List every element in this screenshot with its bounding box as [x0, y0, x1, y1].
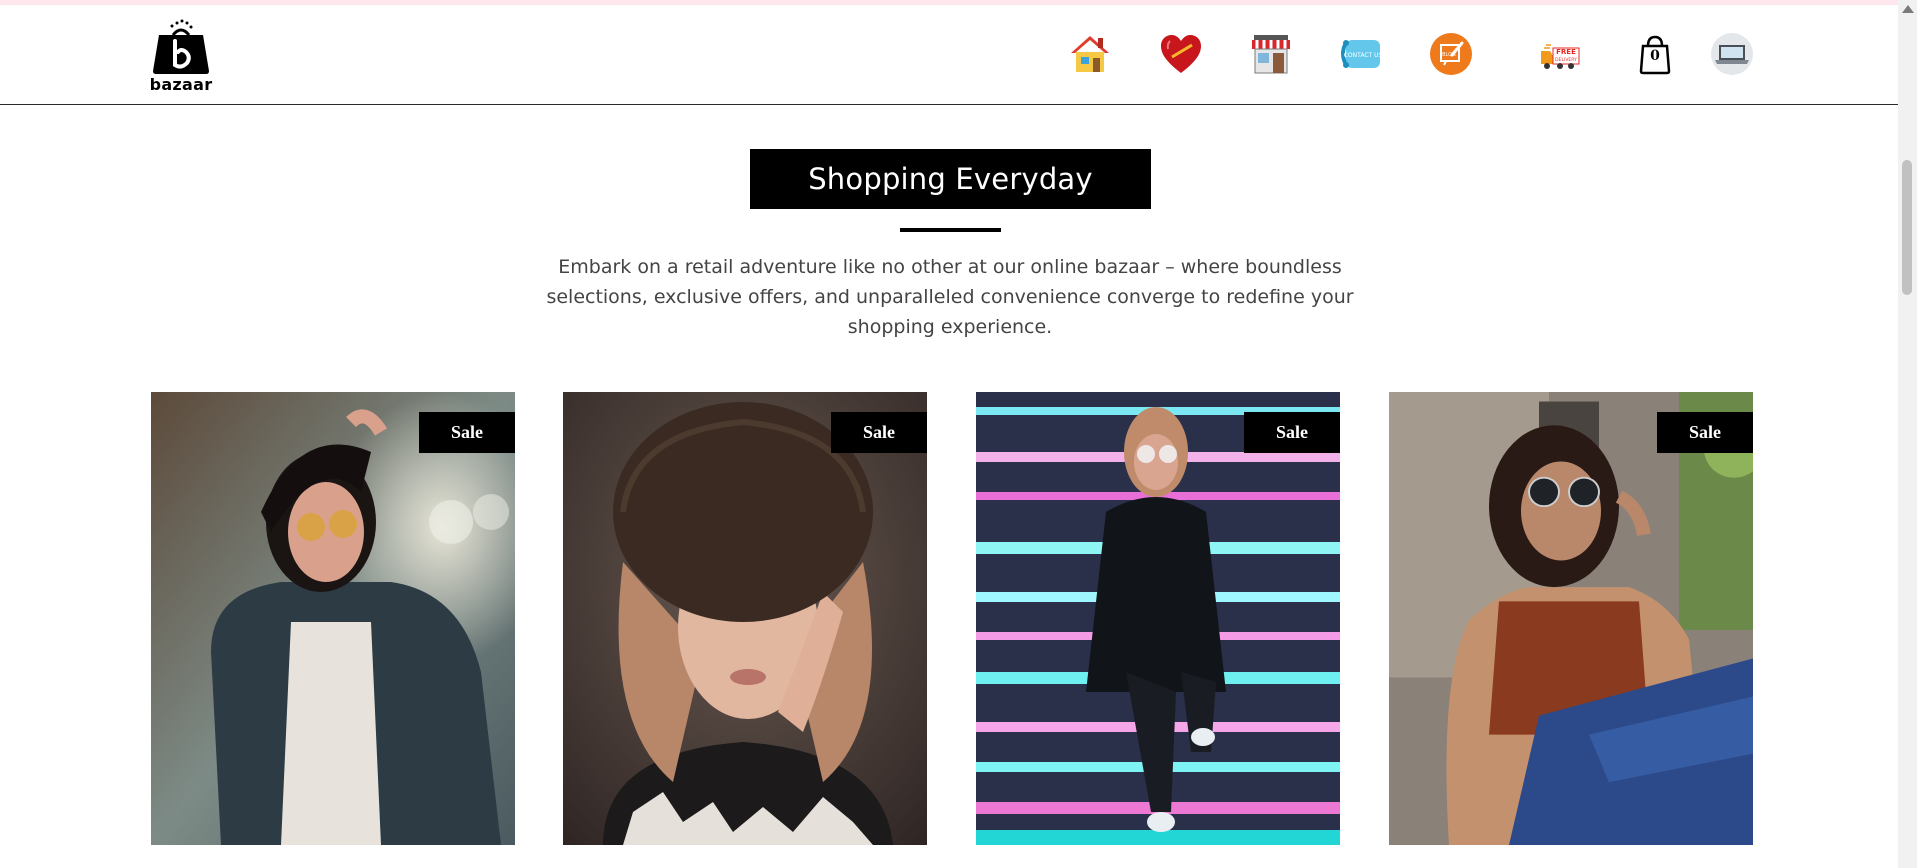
heart-icon[interactable]	[1158, 31, 1204, 77]
product-image-woman-denim-jacket[interactable]	[151, 392, 515, 845]
cart-count: 0	[1650, 48, 1660, 64]
svg-text:DELIVERY: DELIVERY	[1555, 57, 1577, 63]
product-card[interactable]: Sale	[1389, 392, 1753, 868]
store-icon[interactable]	[1248, 31, 1294, 77]
product-card[interactable]: Sale	[563, 392, 927, 868]
sale-badge: Sale	[831, 412, 927, 453]
svg-text:BLOG: BLOG	[1442, 52, 1456, 58]
home-icon[interactable]	[1067, 31, 1113, 77]
scroll-up-arrow-icon[interactable]	[1902, 5, 1914, 13]
svg-text:FREE: FREE	[1556, 48, 1576, 56]
contact-us-icon[interactable]: CONTACT US	[1338, 31, 1384, 77]
product-card[interactable]: Sale	[151, 392, 515, 868]
title-underline	[900, 228, 1001, 232]
product-image-woman-fur-hat[interactable]	[563, 392, 927, 845]
section-intro: Embark on a retail adventure like no oth…	[546, 256, 1354, 338]
sale-badge: Sale	[1657, 412, 1753, 453]
site-header: bazaar CONTACT US BLOG FREE DELIVERY 0	[0, 5, 1898, 105]
product-image-woman-neon-stairs[interactable]	[976, 392, 1340, 845]
product-card[interactable]: Sale	[976, 392, 1340, 868]
free-delivery-icon[interactable]: FREE DELIVERY	[1538, 31, 1584, 77]
profile-icon[interactable]	[1709, 31, 1755, 77]
sale-badge: Sale	[1244, 412, 1340, 453]
section-title: Shopping Everyday	[750, 149, 1151, 209]
sale-badge: Sale	[419, 412, 515, 453]
product-image-woman-orange-top[interactable]	[1389, 392, 1753, 845]
cart-icon[interactable]: 0	[1632, 31, 1678, 77]
shopping-bag-logo-icon	[151, 19, 211, 75]
brand-name: bazaar	[149, 75, 213, 94]
scroll-thumb[interactable]	[1902, 160, 1912, 295]
blog-icon[interactable]: BLOG	[1428, 31, 1474, 77]
scrollbar[interactable]	[1898, 0, 1917, 868]
svg-text:CONTACT US: CONTACT US	[1344, 52, 1383, 59]
brand-logo[interactable]: bazaar	[148, 19, 214, 99]
